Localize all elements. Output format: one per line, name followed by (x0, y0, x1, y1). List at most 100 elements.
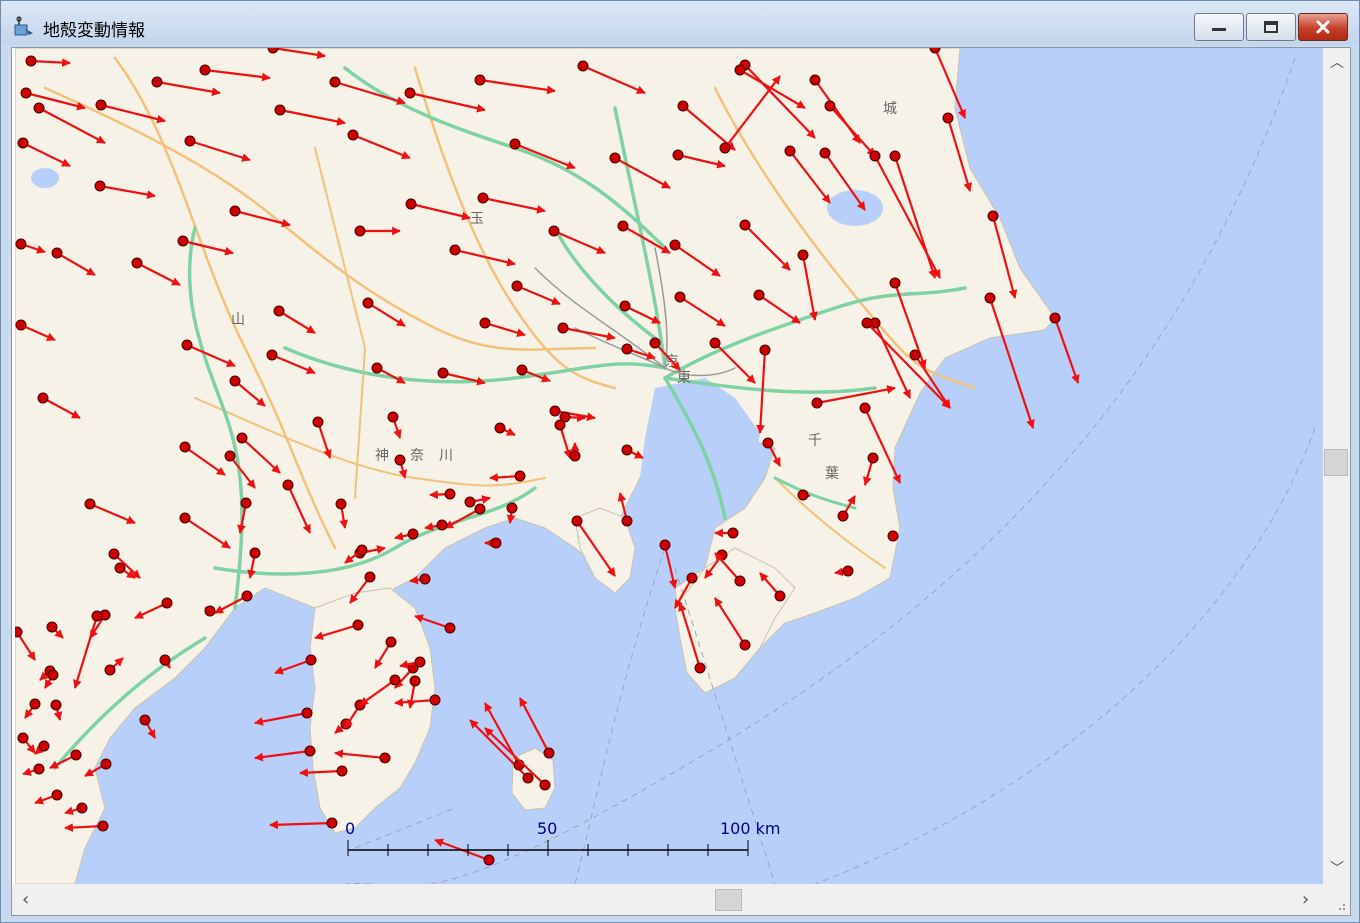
gnss-station-marker[interactable] (224, 450, 236, 462)
gnss-station-marker[interactable] (809, 74, 821, 86)
gnss-station-marker[interactable] (739, 219, 751, 231)
gnss-station-marker[interactable] (362, 297, 374, 309)
gnss-station-marker[interactable] (29, 698, 41, 710)
gnss-station-marker[interactable] (490, 537, 502, 549)
gnss-station-marker[interactable] (797, 249, 809, 261)
gnss-station-marker[interactable] (674, 291, 686, 303)
gnss-station-marker[interactable] (179, 441, 191, 453)
gnss-station-marker[interactable] (762, 437, 774, 449)
gnss-station-marker[interactable] (38, 740, 50, 752)
gnss-station-marker[interactable] (364, 571, 376, 583)
gnss-station-marker[interactable] (95, 99, 107, 111)
gnss-station-marker[interactable] (984, 292, 996, 304)
gnss-station-marker[interactable] (677, 100, 689, 112)
gnss-station-marker[interactable] (474, 74, 486, 86)
gnss-station-marker[interactable] (727, 527, 739, 539)
gnss-station-marker[interactable] (139, 714, 151, 726)
gnss-station-marker[interactable] (199, 64, 211, 76)
gnss-station-marker[interactable] (273, 305, 285, 317)
gnss-station-marker[interactable] (335, 498, 347, 510)
gnss-station-marker[interactable] (17, 137, 29, 149)
gnss-station-marker[interactable] (33, 763, 45, 775)
gnss-station-marker[interactable] (404, 87, 416, 99)
gnss-station-marker[interactable] (336, 765, 348, 777)
gnss-station-marker[interactable] (429, 694, 441, 706)
gnss-station-marker[interactable] (759, 344, 771, 356)
gnss-station-marker[interactable] (554, 419, 566, 431)
gnss-station-marker[interactable] (516, 364, 528, 376)
gnss-station-marker[interactable] (371, 362, 383, 374)
scroll-left-icon[interactable]: ‹ (22, 891, 29, 909)
gnss-station-marker[interactable] (449, 244, 461, 256)
gnss-station-marker[interactable] (569, 450, 581, 462)
gnss-station-marker[interactable] (837, 510, 849, 522)
gnss-station-marker[interactable] (37, 392, 49, 404)
gnss-station-marker[interactable] (240, 497, 252, 509)
gnss-station-marker[interactable] (159, 654, 171, 666)
gnss-station-marker[interactable] (494, 422, 506, 434)
gnss-station-marker[interactable] (177, 235, 189, 247)
gnss-station-marker[interactable] (91, 610, 103, 622)
gnss-station-marker[interactable] (571, 515, 583, 527)
gnss-station-marker[interactable] (405, 198, 417, 210)
gnss-station-marker[interactable] (97, 820, 109, 832)
gnss-station-marker[interactable] (464, 496, 476, 508)
gnss-station-marker[interactable] (15, 319, 27, 331)
gnss-station-marker[interactable] (797, 489, 809, 501)
gnss-station-marker[interactable] (987, 210, 999, 222)
gnss-station-marker[interactable] (179, 512, 191, 524)
gnss-station-marker[interactable] (356, 544, 368, 556)
gnss-station-marker[interactable] (842, 565, 854, 577)
gnss-station-marker[interactable] (241, 590, 253, 602)
gnss-station-marker[interactable] (47, 669, 59, 681)
gnss-station-marker[interactable] (329, 76, 341, 88)
gnss-station-marker[interactable] (161, 597, 173, 609)
gnss-station-marker[interactable] (889, 277, 901, 289)
gnss-station-marker[interactable] (649, 337, 661, 349)
title-bar[interactable]: 地殻変動情報 (1, 1, 1359, 45)
gnss-station-marker[interactable] (436, 519, 448, 531)
gnss-station-marker[interactable] (739, 639, 751, 651)
gnss-station-marker[interactable] (354, 225, 366, 237)
gnss-station-marker[interactable] (621, 343, 633, 355)
gnss-station-marker[interactable] (784, 145, 796, 157)
close-button[interactable] (1298, 13, 1348, 41)
gnss-station-marker[interactable] (236, 432, 248, 444)
gnss-station-marker[interactable] (617, 220, 629, 232)
gnss-station-marker[interactable] (387, 411, 399, 423)
gnss-station-marker[interactable] (352, 619, 364, 631)
gnss-station-marker[interactable] (753, 289, 765, 301)
gnss-station-marker[interactable] (479, 317, 491, 329)
gnss-station-marker[interactable] (621, 515, 633, 527)
gnss-station-marker[interactable] (385, 636, 397, 648)
gnss-station-marker[interactable] (609, 152, 621, 164)
gnss-station-marker[interactable] (887, 530, 899, 542)
gnss-station-marker[interactable] (17, 732, 29, 744)
gnss-station-marker[interactable] (151, 76, 163, 88)
gnss-station-marker[interactable] (509, 138, 521, 150)
gnss-station-marker[interactable] (184, 135, 196, 147)
gnss-station-marker[interactable] (51, 789, 63, 801)
map-canvas[interactable]: 城 千 東 京 山 神 奈 川 玉 葉 0 (15, 48, 1323, 884)
gnss-station-marker[interactable] (389, 674, 401, 686)
gnss-station-marker[interactable] (25, 55, 37, 67)
gnss-station-marker[interactable] (444, 622, 456, 634)
gnss-station-marker[interactable] (483, 854, 495, 866)
gnss-station-marker[interactable] (522, 772, 534, 784)
gnss-station-marker[interactable] (859, 402, 871, 414)
scroll-right-icon[interactable]: › (1302, 891, 1309, 909)
gnss-station-marker[interactable] (621, 444, 633, 456)
gnss-station-marker[interactable] (824, 100, 836, 112)
gnss-station-marker[interactable] (734, 64, 746, 76)
gnss-station-marker[interactable] (326, 817, 338, 829)
gnss-station-marker[interactable] (347, 129, 359, 141)
gnss-station-marker[interactable] (506, 502, 518, 514)
gnss-station-marker[interactable] (419, 573, 431, 585)
gnss-station-marker[interactable] (686, 572, 698, 584)
gnss-station-marker[interactable] (46, 621, 58, 633)
gnss-station-marker[interactable] (304, 745, 316, 757)
gnss-station-marker[interactable] (229, 205, 241, 217)
gnss-station-marker[interactable] (274, 104, 286, 116)
gnss-station-marker[interactable] (557, 322, 569, 334)
gnss-station-marker[interactable] (50, 699, 62, 711)
